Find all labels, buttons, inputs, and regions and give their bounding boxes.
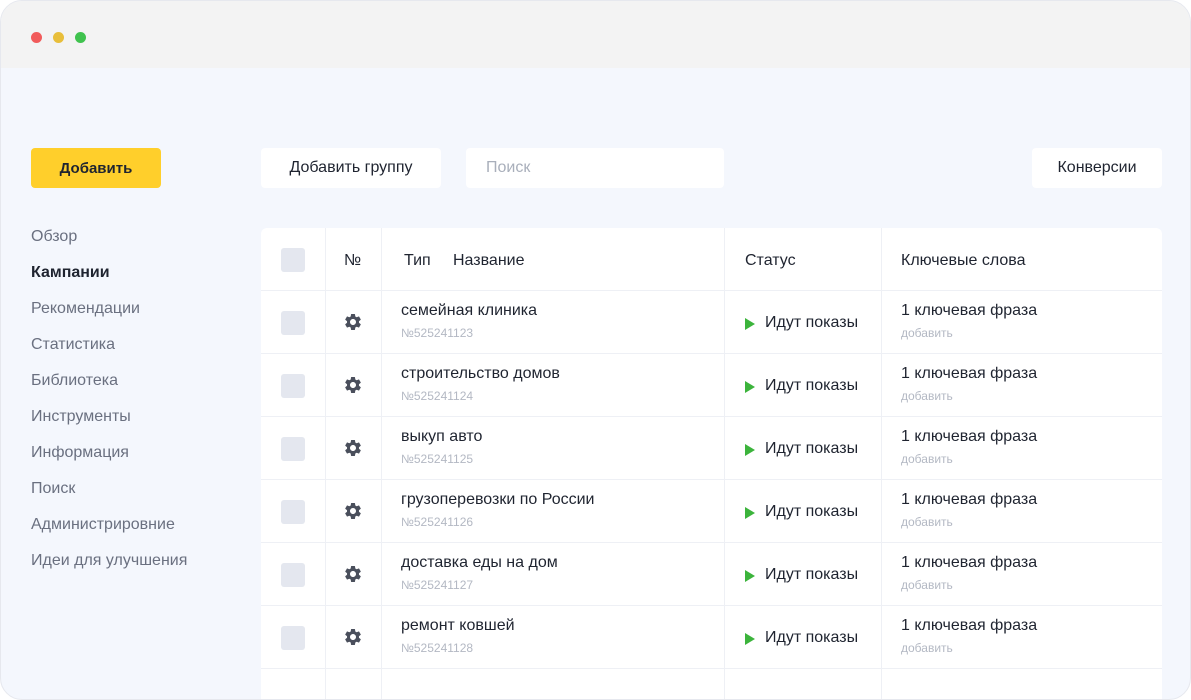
row-checkbox[interactable] <box>281 311 305 335</box>
sidebar-item[interactable]: Идеи для улучшения <box>31 551 187 587</box>
play-icon <box>745 381 755 393</box>
keywords-count[interactable]: 1 ключевая фраза <box>901 428 1037 446</box>
header-name[interactable]: Название <box>453 252 525 270</box>
campaign-id: №525241125 <box>401 452 474 466</box>
campaign-id: №525241127 <box>401 578 474 592</box>
campaign-name[interactable]: грузоперевозки по России <box>401 491 594 509</box>
table-row[interactable]: выкуп авто №525241125 Идут показы 1 ключева… <box>261 417 1162 480</box>
keywords-count[interactable]: 1 ключевая фраза <box>901 365 1037 383</box>
add-keywords-link[interactable]: добавить <box>901 641 953 655</box>
sidebar-item[interactable]: Информация <box>31 443 187 479</box>
play-icon <box>745 570 755 582</box>
sidebar-item[interactable]: Кампании <box>31 263 187 299</box>
table-header: № Тип Название Статус Ключевые слова <box>261 228 1162 291</box>
add-keywords-link[interactable]: добавить <box>901 515 953 529</box>
select-all-checkbox[interactable] <box>281 248 305 272</box>
campaign-id: №525241123 <box>401 326 474 340</box>
campaign-status: Идут показы <box>745 377 858 395</box>
status-label: Идут показы <box>765 566 859 583</box>
campaign-status: Идут показы <box>745 503 858 521</box>
row-checkbox[interactable] <box>281 500 305 524</box>
play-icon <box>745 318 755 330</box>
play-icon <box>745 507 755 519</box>
campaign-status: Идут показы <box>745 440 858 458</box>
play-icon <box>745 444 755 456</box>
keywords-count[interactable]: 1 ключевая фраза <box>901 302 1037 320</box>
campaign-id: №525241128 <box>401 641 474 655</box>
add-keywords-link[interactable]: добавить <box>901 326 953 340</box>
campaign-name[interactable]: доставка еды на дом <box>401 554 558 572</box>
gear-icon[interactable] <box>343 627 363 647</box>
search-input[interactable] <box>466 148 724 188</box>
status-label: Идут показы <box>765 503 859 520</box>
campaign-id: №525241124 <box>401 389 474 403</box>
gear-icon[interactable] <box>343 501 363 521</box>
sidebar-item[interactable]: Инструменты <box>31 407 187 443</box>
campaign-id: №525241126 <box>401 515 474 529</box>
sidebar-item[interactable]: Поиск <box>31 479 187 515</box>
gear-icon[interactable] <box>343 312 363 332</box>
sidebar-nav: Обзор Кампании Рекомендации Статистика Библи… <box>31 227 187 587</box>
add-keywords-link[interactable]: добавить <box>901 452 953 466</box>
keywords-count[interactable]: 1 ключевая фраза <box>901 491 1037 509</box>
maximize-window-button[interactable] <box>75 32 86 43</box>
sidebar-item[interactable]: Статистика <box>31 335 187 371</box>
campaign-name[interactable]: строительство домов <box>401 365 560 383</box>
table-row[interactable]: строительство домов №525241124 Идут показы… <box>261 354 1162 417</box>
minimize-window-button[interactable] <box>53 32 64 43</box>
campaign-status: Идут показы <box>745 629 858 647</box>
row-checkbox[interactable] <box>281 374 305 398</box>
row-checkbox[interactable] <box>281 563 305 587</box>
status-label: Идут показы <box>765 629 859 646</box>
table-row[interactable]: грузоперевозки по России №525241126 Идут п… <box>261 480 1162 543</box>
campaign-name[interactable]: выкуп авто <box>401 428 482 446</box>
header-number: № <box>344 252 362 269</box>
gear-icon[interactable] <box>343 375 363 395</box>
title-bar <box>1 1 1190 68</box>
conversions-button[interactable]: Конверсии <box>1032 148 1162 188</box>
table-row[interactable]: ремонт ковшей №525241128 Идут показы 1 ключ… <box>261 606 1162 669</box>
sidebar-item[interactable]: Библиотека <box>31 371 187 407</box>
row-checkbox[interactable] <box>281 626 305 650</box>
header-type[interactable]: Тип <box>404 252 431 270</box>
table-row[interactable]: доставка еды на дом №525241127 Идут показы… <box>261 543 1162 606</box>
campaigns-table: № Тип Название Статус Ключевые слова сем… <box>261 228 1162 699</box>
campaign-name[interactable]: семейная клиника <box>401 302 537 320</box>
sidebar-item[interactable]: Рекомендации <box>31 299 187 335</box>
status-label: Идут показы <box>765 377 859 394</box>
add-button[interactable]: Добавить <box>31 148 161 188</box>
campaign-name[interactable]: ремонт ковшей <box>401 617 515 635</box>
add-keywords-link[interactable]: добавить <box>901 389 953 403</box>
status-label: Идут показы <box>765 314 859 331</box>
header-keywords[interactable]: Ключевые слова <box>901 252 1026 270</box>
gear-icon[interactable] <box>343 564 363 584</box>
table-row[interactable]: семейная клиника №525241123 Идут показы 1 к… <box>261 291 1162 354</box>
play-icon <box>745 633 755 645</box>
campaign-status: Идут показы <box>745 314 858 332</box>
row-checkbox[interactable] <box>281 437 305 461</box>
sidebar-item[interactable]: Обзор <box>31 227 187 263</box>
app-window: Добавить Обзор Кампании Рекомендации Статис… <box>0 0 1191 700</box>
add-group-button[interactable]: Добавить группу <box>261 148 441 188</box>
close-window-button[interactable] <box>31 32 42 43</box>
add-keywords-link[interactable]: добавить <box>901 578 953 592</box>
keywords-count[interactable]: 1 ключевая фраза <box>901 554 1037 572</box>
header-status[interactable]: Статус <box>745 252 796 270</box>
gear-icon[interactable] <box>343 438 363 458</box>
status-label: Идут показы <box>765 440 859 457</box>
sidebar-item[interactable]: Администрировние <box>31 515 187 551</box>
campaign-status: Идут показы <box>745 566 858 584</box>
keywords-count[interactable]: 1 ключевая фраза <box>901 617 1037 635</box>
